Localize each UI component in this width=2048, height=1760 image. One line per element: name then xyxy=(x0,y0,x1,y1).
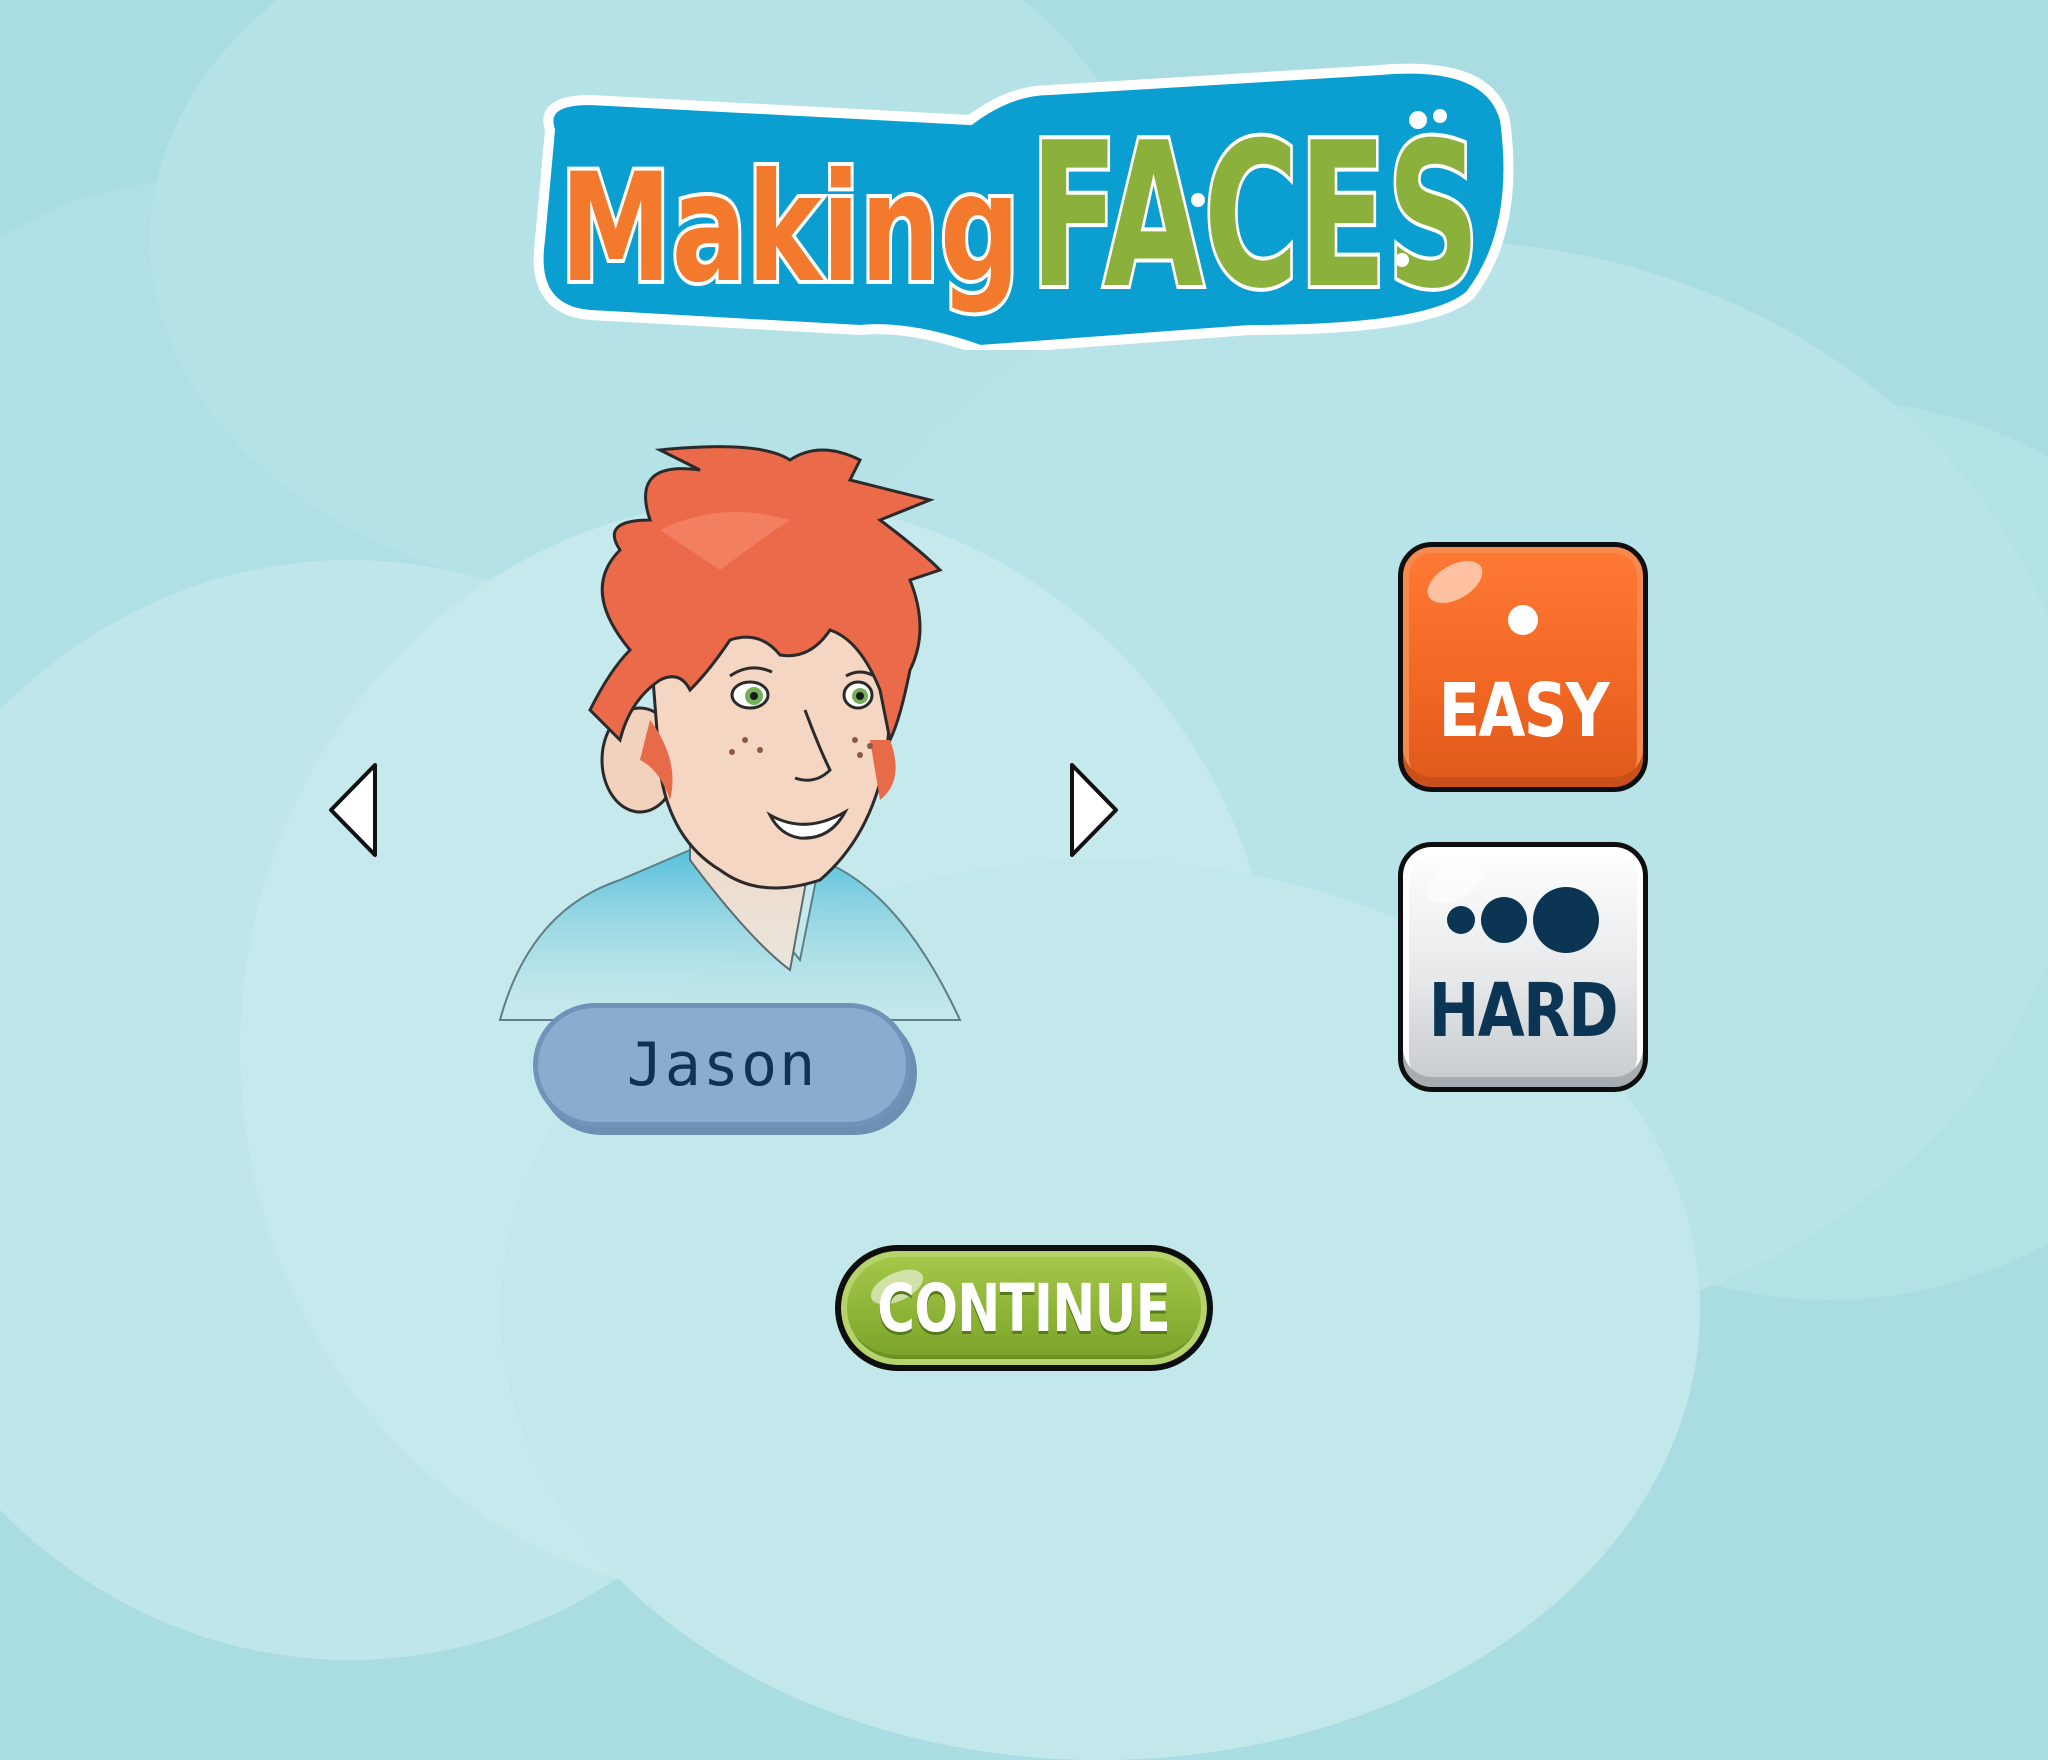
logo-word-faces: FACES xyxy=(1030,100,1480,333)
character-portrait xyxy=(498,445,962,1021)
easy-button[interactable]: EASY xyxy=(1398,542,1648,792)
logo-word-making: Making xyxy=(560,142,1020,316)
easy-label: EASY xyxy=(1438,668,1609,754)
hard-button[interactable]: HARD xyxy=(1398,842,1648,1092)
game-logo: Making FACES xyxy=(533,63,1514,350)
next-character-arrow-icon[interactable] xyxy=(1062,760,1122,860)
hard-label: HARD xyxy=(1428,968,1619,1054)
continue-button[interactable]: CONTINUE xyxy=(835,1245,1213,1371)
continue-label: CONTINUE xyxy=(877,1269,1171,1347)
easy-dots-icon xyxy=(1508,580,1538,660)
previous-character-arrow-icon[interactable] xyxy=(325,760,385,860)
character-name: Jason xyxy=(626,1030,818,1100)
character-name-plate: Jason xyxy=(533,1003,911,1127)
